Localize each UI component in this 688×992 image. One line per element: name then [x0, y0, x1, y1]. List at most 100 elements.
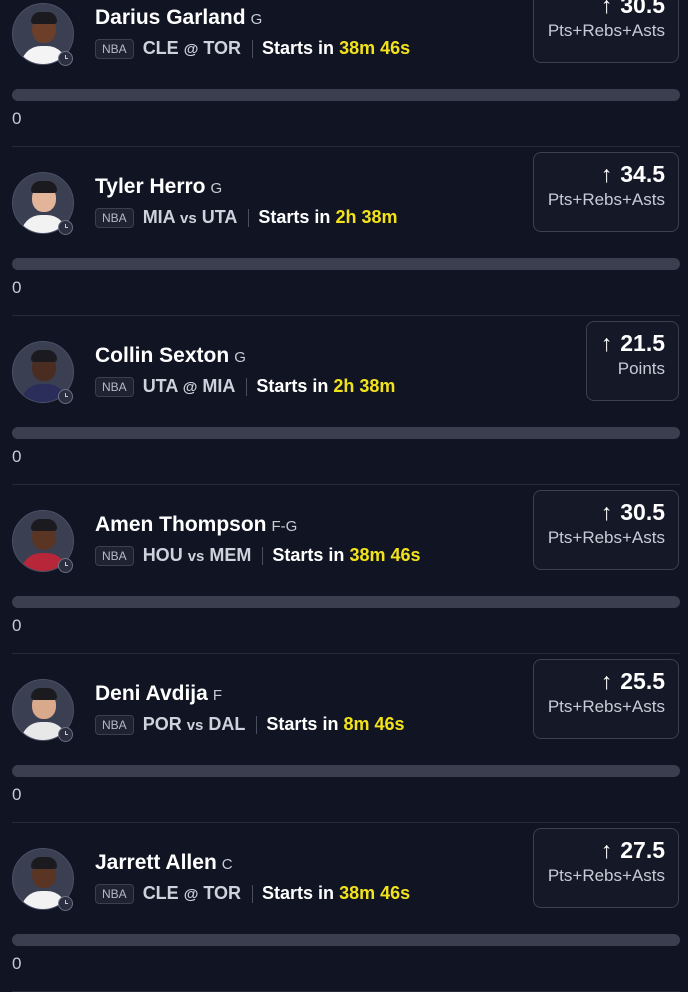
- matchup-connector: @: [183, 886, 199, 903]
- start-time: Starts in 38m 46s: [262, 883, 410, 904]
- hair-shape: [31, 350, 57, 362]
- player-name: Amen Thompson: [95, 513, 267, 536]
- projection-value: 30.5: [620, 0, 665, 18]
- matchup: HOU vs MEM: [143, 545, 252, 566]
- pick-count: 0: [12, 109, 22, 128]
- starts-label: Starts in: [256, 376, 329, 396]
- separator: [252, 39, 254, 58]
- arrow-up-icon: ↑: [600, 161, 613, 187]
- game-info: NBA UTA @ MIA Starts in 2h 38m: [95, 376, 395, 397]
- progress-bar: [12, 258, 680, 270]
- pick-count: 0: [12, 278, 22, 297]
- starts-label: Starts in: [262, 883, 335, 903]
- clock-icon: [58, 389, 73, 404]
- matchup-connector: @: [182, 379, 198, 396]
- opponent: TOR: [203, 38, 242, 58]
- hair-shape: [31, 181, 57, 193]
- league-badge: NBA: [95, 376, 134, 397]
- game-info: NBA MIA vs UTA Starts in 2h 38m: [95, 207, 398, 228]
- player-position: F: [212, 687, 222, 704]
- clock-icon: [58, 558, 73, 573]
- projection-value: 25.5: [620, 668, 665, 694]
- hair-shape: [31, 519, 57, 531]
- starts-label: Starts in: [258, 207, 331, 227]
- projection-button[interactable]: ↑ 25.5 Pts+Rebs+Asts: [532, 659, 679, 739]
- player-card[interactable]: Deni Avdija F NBA POR vs DAL Starts in 8m…: [0, 654, 688, 823]
- player-name-row: Amen Thompson F-G: [95, 513, 297, 537]
- league-badge: NBA: [95, 207, 134, 228]
- player-position: G: [250, 11, 263, 28]
- player-position: G: [234, 349, 246, 366]
- matchup: POR vs DAL: [143, 714, 246, 735]
- projection-button[interactable]: ↑ 27.5 Pts+Rebs+Asts: [532, 828, 679, 908]
- projection-button[interactable]: ↑ 30.5 Pts+Rebs+Asts: [532, 0, 679, 63]
- start-time: Starts in 2h 38m: [256, 376, 395, 397]
- opponent: DAL: [208, 714, 246, 734]
- hair-shape: [31, 688, 57, 700]
- league-badge: NBA: [95, 714, 134, 735]
- matchup-connector: @: [183, 41, 199, 58]
- pick-count: 0: [12, 447, 22, 466]
- pick-count: 0: [12, 785, 22, 804]
- progress-bar: [12, 596, 680, 608]
- player-name-row: Collin Sexton G: [95, 344, 246, 368]
- start-time: Starts in 8m 46s: [266, 714, 404, 735]
- clock-icon: [58, 727, 73, 742]
- player-card[interactable]: Tyler Herro G NBA MIA vs UTA Starts in 2h…: [0, 147, 688, 316]
- stat-type: Pts+Rebs+Asts: [547, 528, 665, 547]
- pick-count: 0: [12, 954, 22, 973]
- separator: [256, 715, 258, 734]
- starts-label: Starts in: [272, 545, 345, 565]
- projection-button[interactable]: ↑ 21.5 Points: [585, 321, 679, 401]
- player-card[interactable]: Darius Garland G NBA CLE @ TOR Starts in …: [0, 0, 688, 147]
- player-name-row: Deni Avdija F: [95, 682, 222, 706]
- team: CLE: [142, 883, 179, 903]
- clock-icon: [58, 896, 73, 911]
- matchup: CLE @ TOR: [143, 38, 241, 59]
- player-list: Darius Garland G NBA CLE @ TOR Starts in …: [0, 0, 688, 992]
- team: CLE: [142, 38, 179, 58]
- countdown: 38m 46s: [339, 883, 411, 903]
- projection-button[interactable]: ↑ 30.5 Pts+Rebs+Asts: [532, 490, 679, 570]
- team: MIA: [142, 207, 176, 227]
- league-badge: NBA: [95, 883, 134, 904]
- player-name: Collin Sexton: [95, 344, 230, 367]
- progress-bar: [12, 89, 680, 101]
- hair-shape: [31, 12, 57, 24]
- countdown: 8m 46s: [343, 714, 405, 734]
- clock-icon: [58, 220, 73, 235]
- player-card[interactable]: Amen Thompson F-G NBA HOU vs MEM Starts i…: [0, 485, 688, 654]
- player-card[interactable]: Collin Sexton G NBA UTA @ MIA Starts in 2…: [0, 316, 688, 485]
- team: POR: [142, 714, 182, 734]
- countdown: 38m 46s: [339, 38, 411, 58]
- matchup: MIA vs UTA: [143, 207, 238, 228]
- player-name-row: Tyler Herro G: [95, 175, 222, 199]
- player-name: Tyler Herro: [95, 175, 206, 198]
- arrow-up-icon: ↑: [600, 0, 613, 18]
- start-time: Starts in 38m 46s: [272, 545, 420, 566]
- projection-value: 27.5: [620, 837, 665, 863]
- separator: [248, 208, 250, 227]
- team: UTA: [142, 376, 178, 396]
- player-card[interactable]: Jarrett Allen C NBA CLE @ TOR Starts in 3…: [0, 823, 688, 992]
- arrow-up-icon: ↑: [600, 668, 613, 694]
- projection-button[interactable]: ↑ 34.5 Pts+Rebs+Asts: [532, 152, 679, 232]
- hair-shape: [31, 857, 57, 869]
- matchup-connector: vs: [180, 210, 197, 227]
- start-time: Starts in 38m 46s: [262, 38, 410, 59]
- stat-type: Pts+Rebs+Asts: [547, 697, 665, 716]
- player-name: Deni Avdija: [95, 682, 208, 705]
- game-info: NBA POR vs DAL Starts in 8m 46s: [95, 714, 405, 735]
- matchup: CLE @ TOR: [143, 883, 241, 904]
- stat-type: Pts+Rebs+Asts: [547, 190, 665, 209]
- matchup: UTA @ MIA: [143, 376, 236, 397]
- opponent: MIA: [202, 376, 236, 396]
- progress-bar: [12, 934, 680, 946]
- clock-icon: [58, 51, 73, 66]
- matchup-connector: vs: [186, 717, 204, 734]
- stat-type: Points: [617, 359, 665, 378]
- countdown: 2h 38m: [333, 376, 396, 396]
- countdown: 2h 38m: [335, 207, 398, 227]
- start-time: Starts in 2h 38m: [258, 207, 397, 228]
- league-badge: NBA: [95, 545, 134, 566]
